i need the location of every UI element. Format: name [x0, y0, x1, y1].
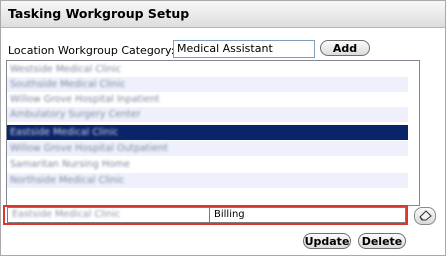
- list-item-selected[interactable]: Eastside Medical Clinic: [7, 125, 408, 140]
- add-button[interactable]: Add: [320, 40, 370, 56]
- clear-button[interactable]: [414, 207, 436, 225]
- list-item[interactable]: Willow Grove Hospital Outpatient: [7, 141, 408, 156]
- list-item[interactable]: Southside Medical Clinic: [7, 77, 408, 92]
- location-list[interactable]: Westside Medical Clinic Southside Medica…: [6, 60, 420, 206]
- title-bar: Tasking Workgroup Setup: [1, 1, 445, 28]
- list-item[interactable]: Willow Grove Hospital Inpatient: [7, 92, 408, 107]
- list-item[interactable]: Westside Medical Clinic: [7, 62, 408, 77]
- update-button[interactable]: Update: [303, 233, 351, 249]
- delete-button[interactable]: Delete: [358, 233, 406, 249]
- list-item[interactable]: Ambulatory Surgery Center: [7, 107, 408, 122]
- edit-workgroup-field[interactable]: Billing: [209, 207, 406, 223]
- edit-location-field[interactable]: Eastside Medical Clinic: [7, 207, 211, 223]
- list-item[interactable]: Northside Medical Clinic: [7, 173, 408, 188]
- panel-title: Tasking Workgroup Setup: [8, 6, 190, 21]
- category-label: Location Workgroup Category:: [8, 44, 175, 57]
- category-input[interactable]: Medical Assistant: [173, 40, 315, 58]
- list-item[interactable]: Samaritan Nursing Home: [7, 157, 408, 172]
